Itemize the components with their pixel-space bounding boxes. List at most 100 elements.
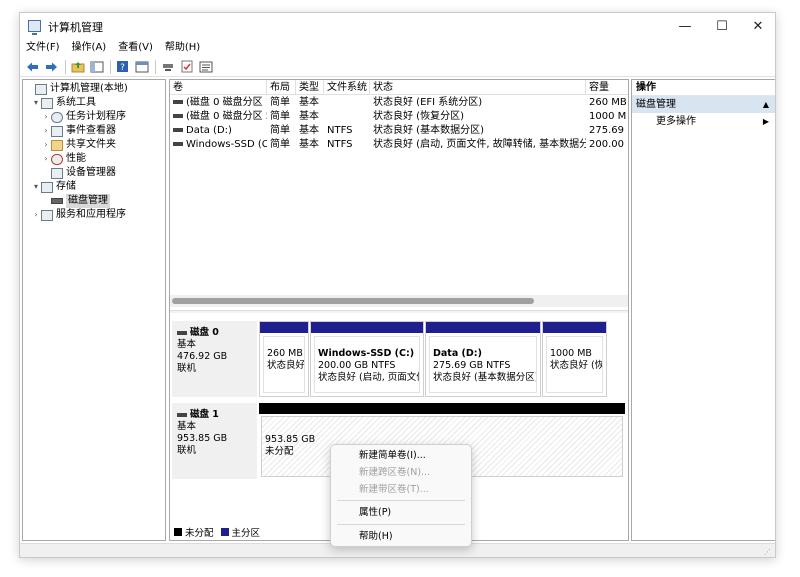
disk-1-info[interactable]: 磁盘 1 基本 953.85 GB 联机 — [172, 403, 257, 479]
drive-icon — [173, 114, 183, 118]
resize-grip-icon[interactable]: ⋰ — [764, 548, 772, 556]
chevron-down-icon[interactable]: ▾ — [31, 180, 41, 194]
disk-size: 953.85 GB — [177, 433, 228, 444]
column-header-volume[interactable]: 卷 — [170, 80, 267, 95]
tree-item-disk-management[interactable]: 磁盘管理 — [41, 194, 110, 208]
tree-item-event-viewer[interactable]: › 事件查看器 — [41, 124, 116, 138]
capacity-cell: 200.00 GB — [589, 139, 626, 150]
close-button[interactable]: ✕ — [741, 13, 775, 39]
partition-name: Data (D:) — [433, 348, 482, 359]
partition-size: 1000 MB — [550, 348, 592, 359]
chevron-right-icon[interactable]: › — [41, 110, 51, 124]
volume-name-cell: (磁盘 0 磁盘分区 1) — [170, 96, 267, 110]
tree-item-system-tools[interactable]: ▾ 系统工具 — [31, 96, 96, 110]
column-header-layout[interactable]: 布局 — [267, 80, 296, 95]
disk-status: 联机 — [177, 363, 197, 374]
partition-recovery[interactable]: 1000 MB 状态良好 (恢复 — [542, 321, 607, 397]
legend-label: 未分配 — [185, 528, 214, 539]
partition-size: 275.69 GB NTFS — [433, 360, 511, 371]
partition-windows-ssd[interactable]: Windows-SSD (C:) 200.00 GB NTFS 状态良好 (启动… — [310, 321, 424, 397]
tools-icon — [41, 97, 53, 109]
forward-arrow-icon[interactable] — [43, 59, 60, 75]
properties-icon[interactable] — [197, 59, 214, 75]
partition-status: 状态良好 — [267, 360, 305, 371]
table-row[interactable]: Windows-SSD (C:) 简单 基本 NTFS 状态良好 (启动, 页面… — [170, 138, 628, 152]
help-icon[interactable]: ? — [114, 59, 131, 75]
console-tree-icon[interactable] — [88, 59, 105, 75]
tree-item-performance[interactable]: › 性能 — [41, 152, 86, 166]
menu-view[interactable]: 查看(V) — [112, 40, 159, 56]
menu-item-help[interactable]: 帮助(H) — [359, 529, 393, 544]
status-cell: 状态良好 (EFI 系统分区) — [373, 97, 483, 108]
collapse-arrow-icon[interactable]: ▲ — [763, 96, 769, 113]
layout-cell: 简单 — [270, 125, 290, 136]
menu-item-properties[interactable]: 属性(P) — [359, 505, 391, 520]
tree-item-label: 任务计划程序 — [66, 111, 126, 122]
layout-cell: 简单 — [270, 139, 290, 150]
partition-status: 状态良好 (启动, 页面文件 — [318, 372, 420, 383]
tree-item-shared-folders[interactable]: › 共享文件夹 — [41, 138, 116, 152]
tree-item-label: 共享文件夹 — [66, 139, 116, 150]
menu-item-new-spanned-volume: 新建跨区卷(N)... — [359, 467, 431, 478]
partition-status: 状态良好 (恢复 — [550, 360, 602, 371]
tree-item-storage[interactable]: ▾ 存储 — [31, 180, 76, 194]
type-cell: 基本 — [299, 139, 319, 150]
panel-icon[interactable] — [133, 59, 150, 75]
table-row[interactable]: Data (D:) 简单 基本 NTFS 状态良好 (基本数据分区) 275.6… — [170, 124, 628, 138]
disk-0-info[interactable]: 磁盘 0 基本 476.92 GB 联机 — [172, 321, 257, 397]
tree-item-label: 系统工具 — [56, 97, 96, 108]
chevron-down-icon[interactable]: ▾ — [31, 96, 41, 110]
scrollbar-thumb[interactable] — [172, 298, 534, 304]
tree-item-label: 服务和应用程序 — [56, 209, 126, 220]
actions-section-disk-management[interactable]: 磁盘管理 ▲ — [632, 96, 775, 113]
table-row[interactable]: (磁盘 0 磁盘分区 5) 简单 基本 状态良好 (恢复分区) 1000 MB — [170, 110, 628, 124]
filesystem-cell: NTFS — [327, 139, 353, 150]
pane-splitter[interactable] — [170, 310, 628, 313]
chevron-right-icon[interactable]: › — [31, 208, 41, 222]
folder-up-icon[interactable] — [69, 59, 86, 75]
menu-item-new-simple-volume[interactable]: 新建简单卷(I)... — [359, 448, 426, 463]
menu-action[interactable]: 操作(A) — [66, 40, 113, 56]
legend-swatch-unallocated — [174, 528, 182, 536]
chevron-right-icon[interactable]: › — [41, 124, 51, 138]
disk-status: 联机 — [177, 445, 197, 456]
toolbar: ? — [20, 57, 775, 77]
event-viewer-icon — [51, 125, 63, 137]
volume-name-cell: (磁盘 0 磁盘分区 5) — [170, 110, 267, 124]
chevron-right-icon[interactable]: › — [41, 152, 51, 166]
tree-item-label: 计算机管理(本地) — [50, 83, 128, 94]
status-cell: 状态良好 (恢复分区) — [373, 111, 464, 122]
disk-name: 磁盘 0 — [190, 327, 219, 338]
drive-icon — [173, 128, 183, 132]
menu-separator — [337, 524, 465, 525]
tree-item-computer-management[interactable]: 计算机管理(本地) — [25, 82, 128, 96]
partition-efi[interactable]: 260 MB 状态良好 — [259, 321, 309, 397]
column-header-type[interactable]: 类型 — [296, 80, 324, 95]
back-arrow-icon[interactable] — [24, 59, 41, 75]
connect-icon[interactable] — [159, 59, 176, 75]
tree-item-services-apps[interactable]: › 服务和应用程序 — [31, 208, 126, 222]
title-bar: 计算机管理 — ☐ ✕ — [20, 13, 775, 39]
minimize-button[interactable]: — — [668, 13, 702, 39]
column-header-filesystem[interactable]: 文件系统 — [324, 80, 370, 95]
chevron-right-icon[interactable]: › — [41, 138, 51, 152]
tree-item-label: 磁盘管理 — [66, 194, 110, 208]
partition-name: Windows-SSD (C:) — [318, 348, 415, 359]
menu-help[interactable]: 帮助(H) — [159, 40, 206, 56]
menu-item-new-striped-volume: 新建带区卷(T)... — [359, 484, 429, 495]
storage-icon — [41, 181, 53, 193]
navigation-tree: 计算机管理(本地) ▾ 系统工具 › 任务计划程序 › 事件查看器 › 共享文件… — [22, 79, 166, 541]
checklist-icon[interactable] — [178, 59, 195, 75]
more-actions-item[interactable]: 更多操作 ▶ — [632, 113, 775, 131]
disk-type: 基本 — [177, 421, 197, 432]
tree-item-task-scheduler[interactable]: › 任务计划程序 — [41, 110, 126, 124]
maximize-button[interactable]: ☐ — [705, 13, 739, 39]
tree-item-device-manager[interactable]: 设备管理器 — [41, 166, 116, 180]
menu-file[interactable]: 文件(F) — [20, 40, 66, 56]
column-header-capacity[interactable]: 容量 — [586, 80, 628, 95]
type-cell: 基本 — [299, 111, 319, 122]
horizontal-scrollbar[interactable] — [170, 295, 628, 307]
column-header-status[interactable]: 状态 — [370, 80, 586, 95]
partition-data[interactable]: Data (D:) 275.69 GB NTFS 状态良好 (基本数据分区) — [425, 321, 541, 397]
table-row[interactable]: (磁盘 0 磁盘分区 1) 简单 基本 状态良好 (EFI 系统分区) 260 … — [170, 96, 628, 110]
